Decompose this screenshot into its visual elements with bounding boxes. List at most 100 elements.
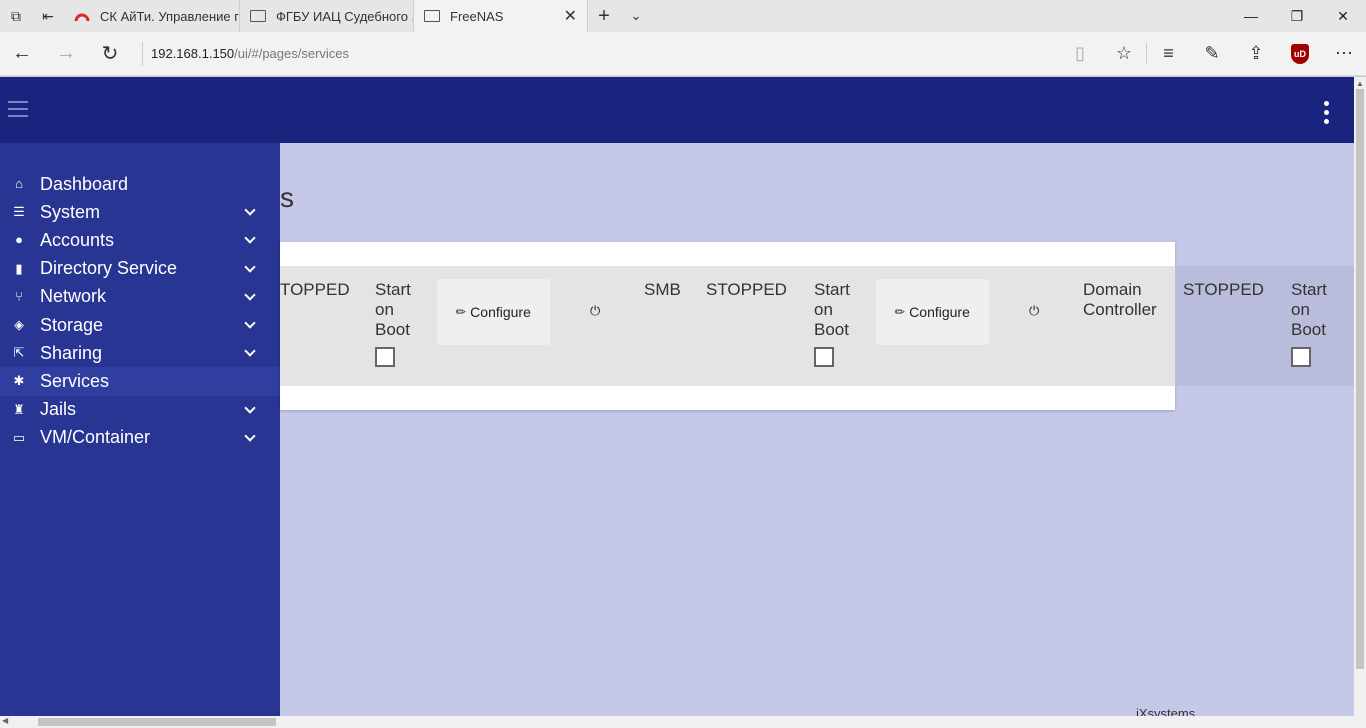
sidebar-item-network[interactable]: ⑂ Network (0, 283, 280, 311)
restore-icon[interactable]: ❐ (1274, 0, 1320, 32)
browser-tab-active[interactable]: FreeNAS ✕ (414, 0, 588, 32)
scroll-up-icon[interactable]: ▲ (1356, 79, 1364, 88)
configure-label: Configure (909, 304, 970, 320)
power-icon[interactable]: ⏻ (1029, 303, 1039, 319)
start-on-boot-label: Start on Boot (375, 280, 411, 339)
url-host: 192.168.1.150 (151, 46, 235, 61)
kebab-menu-icon[interactable] (1324, 101, 1330, 127)
sidebar-item-storage[interactable]: ◈ Storage (0, 311, 280, 339)
chevron-down-icon (244, 204, 256, 216)
minimize-icon[interactable]: — (1228, 0, 1274, 32)
url-path: /ui/#/pages/services (234, 46, 350, 61)
service-name: SMB (644, 280, 681, 299)
tab-list-chevron-icon[interactable]: ⌄ (620, 0, 652, 32)
start-on-boot-checkbox[interactable] (814, 347, 834, 367)
wrench-icon: ✎ (891, 303, 909, 321)
set-tabs-aside-icon[interactable]: ⇤ (32, 0, 64, 32)
tab-title: FreeNAS (450, 8, 504, 24)
chevron-down-icon (244, 232, 256, 245)
favorite-star-icon[interactable]: ☆ (1102, 43, 1146, 64)
scrollbar-thumb[interactable] (1356, 89, 1364, 669)
sidebar-item-system[interactable]: ☰ System (0, 198, 280, 226)
sidebar-item-label: Jails (40, 399, 77, 420)
service-name: Domain Controller (1083, 280, 1157, 319)
cube-icon: ◈ (14, 316, 24, 332)
browser-tab-bar: ⧉ ⇤ СК АйТи. Управление г ФГБУ ИАЦ Судеб… (0, 0, 1366, 32)
sidebar-item-vm-container[interactable]: ▭ VM/Container (0, 424, 280, 452)
jail-icon: ♜ (13, 401, 25, 417)
tab-title: СК АйТи. Управление г (100, 8, 239, 24)
page-icon (250, 10, 266, 22)
start-on-boot-label: Start on Boot (814, 280, 850, 339)
close-tab-icon[interactable]: ✕ (564, 6, 577, 26)
refresh-icon[interactable]: ↻ (88, 32, 132, 76)
sidebar-item-accounts[interactable]: ● Accounts (0, 226, 280, 254)
service-status: TOPPED (280, 280, 350, 299)
chevron-down-icon (244, 345, 256, 357)
configure-label: Configure (470, 304, 531, 320)
chevron-down-icon (244, 401, 256, 414)
configure-button[interactable]: ✎ Configure (437, 279, 550, 345)
share-icon[interactable]: ⇪ (1234, 43, 1278, 64)
chevron-down-icon (244, 317, 256, 329)
home-icon: ⌂ (15, 176, 23, 191)
power-icon[interactable]: ⏻ (590, 303, 600, 319)
sidebar-item-label: Network (40, 286, 107, 307)
menu-toggle-icon[interactable] (8, 101, 28, 117)
reading-view-icon[interactable]: ▯ (1058, 43, 1102, 64)
sidebar-item-dashboard[interactable]: ⌂ Dashboard (0, 170, 280, 198)
sidebar-item-label: Accounts (40, 229, 115, 250)
horizontal-scrollbar[interactable]: ◀ (0, 716, 1354, 728)
tab-title: ФГБУ ИАЦ Судебного , (276, 8, 414, 24)
sidebar-item-directory-service[interactable]: ▮ Directory Service (0, 255, 280, 283)
scrollbar-corner (1354, 716, 1366, 728)
sidebar: ⌂ Dashboard ☰ System ● Accounts ▮ Direct… (0, 143, 280, 716)
address-bar: ← → ↻ 192.168.1.150/ui/#/pages/services … (0, 32, 1366, 76)
browser-tab[interactable]: ФГБУ ИАЦ Судебного , (240, 0, 414, 32)
close-window-icon[interactable]: ✕ (1320, 0, 1366, 32)
app-toolbar (0, 77, 1354, 143)
sidebar-item-label: Services (40, 370, 110, 391)
browser-tab[interactable]: СК АйТи. Управление г (64, 0, 240, 32)
people-icon: ● (15, 232, 23, 248)
chevron-down-icon (244, 430, 256, 442)
share-icon: ⇱ (13, 345, 25, 361)
sidebar-item-services[interactable]: ✱ Services (0, 367, 280, 396)
more-icon[interactable]: ⋯ (1322, 43, 1366, 64)
sidebar-item-label: VM/Container (40, 427, 151, 448)
arc-logo-icon (74, 13, 90, 22)
gear-icon: ✱ (13, 373, 25, 389)
sidebar-item-label: Sharing (40, 342, 103, 363)
start-on-boot-checkbox[interactable] (1291, 347, 1311, 367)
book-icon: ▮ (15, 260, 23, 276)
sidebar-item-label: System (40, 201, 101, 222)
network-icon: ⑂ (15, 288, 23, 304)
chevron-down-icon (244, 260, 256, 273)
monitor-icon: ▭ (12, 429, 26, 445)
vertical-scrollbar[interactable]: ▲ (1354, 77, 1366, 716)
forward-icon[interactable]: → (44, 32, 88, 76)
sidebar-item-label: Storage (40, 314, 104, 335)
sliders-icon: ☰ (13, 204, 25, 220)
new-tab-button[interactable]: + (588, 0, 620, 32)
tab-manager-icon[interactable]: ⧉ (0, 0, 32, 32)
ublock-icon[interactable]: uD (1291, 43, 1309, 64)
service-status: STOPPED (1183, 280, 1264, 299)
chevron-down-icon (244, 289, 256, 301)
back-icon[interactable]: ← (0, 32, 44, 76)
sidebar-item-label: Dashboard (40, 173, 129, 194)
page-title: s (280, 182, 294, 213)
web-note-icon[interactable]: ✎ (1190, 43, 1234, 64)
sidebar-item-sharing[interactable]: ⇱ Sharing (0, 339, 280, 367)
scroll-left-icon[interactable]: ◀ (2, 716, 8, 725)
start-on-boot-checkbox[interactable] (375, 347, 395, 367)
url-field[interactable]: 192.168.1.150/ui/#/pages/services (142, 41, 350, 66)
sidebar-item-label: Directory Service (40, 258, 178, 279)
wrench-icon: ✎ (452, 303, 470, 321)
hub-icon[interactable]: ≡ (1146, 43, 1190, 64)
scrollbar-thumb[interactable] (38, 718, 276, 726)
configure-button[interactable]: ✎ Configure (876, 279, 989, 345)
sidebar-item-jails[interactable]: ♜ Jails (0, 396, 280, 424)
service-status: STOPPED (706, 280, 787, 299)
start-on-boot-label: Start on Boot (1291, 280, 1327, 339)
